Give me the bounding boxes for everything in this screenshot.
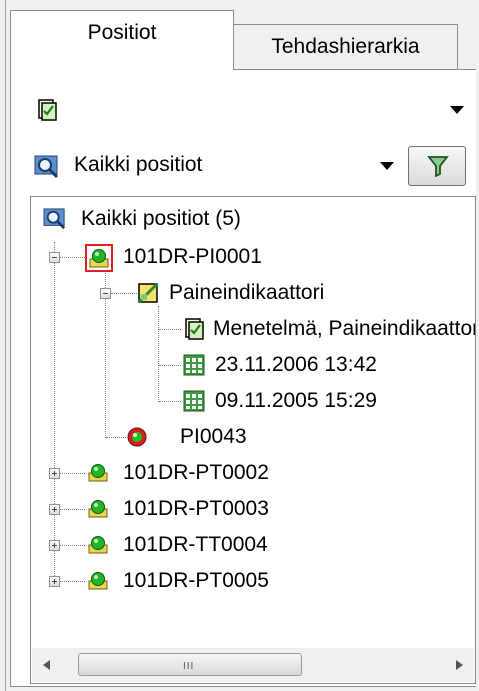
chevron-right-icon: [456, 660, 463, 670]
status-red-green-icon: [127, 427, 147, 447]
tree-node-101dr-pt0005[interactable]: 101DR-PT0005: [85, 566, 385, 596]
tree-line: [54, 242, 55, 584]
tree-collapse-toggle[interactable]: [100, 288, 111, 299]
tree-node-101dr-tt0004[interactable]: 101DR-TT0004: [85, 530, 385, 560]
tree-collapse-toggle[interactable]: [49, 252, 60, 263]
positions-tree[interactable]: Kaikki positiot (5) 101DR-PI0001 Painein…: [30, 196, 476, 684]
tree-node-calibration[interactable]: 09.11.2005 15:29: [183, 386, 475, 416]
tree-node-label: 101DR-PT0005: [123, 569, 269, 592]
tree-node-calibration[interactable]: 23.11.2006 13:42: [183, 350, 475, 380]
funnel-icon: [427, 156, 449, 177]
tree-line: [59, 581, 85, 582]
magnifier-icon: [43, 208, 66, 230]
tree-line: [59, 473, 85, 474]
tree-node-label: Kaikki positiot (5): [81, 207, 241, 230]
tree-line: [59, 257, 85, 258]
sensor-yellow-icon: [88, 572, 108, 590]
sensor-yellow-icon: [88, 536, 108, 554]
tree-expand-toggle[interactable]: [49, 468, 60, 479]
tree-node-label: 101DR-PT0002: [123, 461, 269, 484]
calendar-grid-icon: [183, 354, 205, 376]
tree-line: [106, 437, 126, 438]
device-icon: [137, 282, 159, 304]
tab-tehdashierarkia[interactable]: Tehdashierarkia: [234, 24, 458, 70]
tree-line: [159, 329, 181, 330]
tree-node-label: Paineindikaattori: [169, 281, 325, 304]
tree-node-method[interactable]: Menetelmä, Paineindikaattori: [183, 314, 476, 344]
magnifier-icon: [34, 155, 59, 179]
chevron-down-icon[interactable]: [450, 106, 464, 114]
tree-node-label: 101DR-PI0001: [123, 245, 262, 268]
horizontal-scrollbar[interactable]: III: [32, 648, 474, 682]
tab-positiot[interactable]: Positiot: [10, 10, 234, 70]
tree-expand-toggle[interactable]: [49, 576, 60, 587]
document-check-icon: [38, 99, 57, 121]
scroll-thumb[interactable]: III: [78, 653, 302, 676]
tree-node-101dr-pt0002[interactable]: 101DR-PT0002: [85, 458, 385, 488]
sensor-yellow-icon: [88, 464, 108, 482]
tree-node-label: Menetelmä, Paineindikaattori: [213, 317, 476, 340]
tree-node-label: 23.11.2006 13:42: [215, 353, 377, 376]
tree-expand-toggle[interactable]: [49, 504, 60, 515]
tree-line: [59, 509, 85, 510]
tree-node-paineindikaattori[interactable]: Paineindikaattori: [137, 278, 437, 308]
sensor-yellow-icon: [88, 500, 108, 518]
tree-node-label: PI0043: [180, 425, 247, 448]
tree-line: [159, 401, 181, 402]
tree-node-101dr-pt0003[interactable]: 101DR-PT0003: [85, 494, 385, 524]
chevron-down-icon[interactable]: [380, 162, 394, 170]
position-filter-combo-value: Kaikki positiot: [74, 153, 203, 176]
tree-node-label: 09.11.2005 15:29: [215, 389, 377, 412]
scroll-left-button[interactable]: [32, 648, 64, 682]
tree-node-101dr-pi0001[interactable]: 101DR-PI0001: [85, 242, 385, 272]
tree-line: [159, 365, 181, 366]
tree-line: [59, 545, 85, 546]
tree-line: [111, 293, 137, 294]
tree-node-label: 101DR-TT0004: [123, 533, 268, 556]
sensor-green-icon: [85, 244, 113, 272]
tree-node-label: 101DR-PT0003: [123, 497, 269, 520]
tree-expand-toggle[interactable]: [49, 540, 60, 551]
position-filter-combo[interactable]: Kaikki positiot: [30, 146, 400, 188]
tree-node-root[interactable]: Kaikki positiot (5): [39, 204, 339, 234]
tree-line: [158, 306, 159, 402]
tree-node-pi0043[interactable]: PI0043: [126, 422, 426, 452]
document-check-icon: [185, 318, 204, 340]
filter-button[interactable]: [408, 146, 466, 186]
scroll-right-button[interactable]: [442, 648, 474, 682]
calendar-grid-icon: [183, 390, 205, 412]
chevron-left-icon: [43, 660, 50, 670]
method-combo[interactable]: [30, 90, 470, 132]
scroll-grip: III: [183, 661, 195, 672]
